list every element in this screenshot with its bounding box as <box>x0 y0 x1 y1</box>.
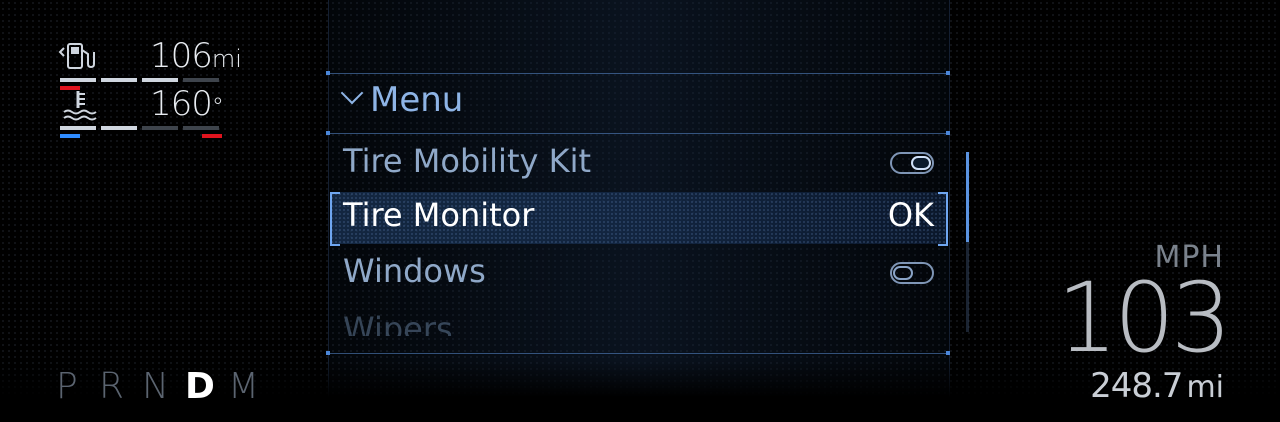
fuel-pump-icon <box>58 40 98 74</box>
corner-dot <box>326 71 330 75</box>
fuel-bar-segment <box>142 78 178 82</box>
fuel-range-value: 106mi <box>150 36 242 76</box>
corner-dot <box>946 131 950 135</box>
coolant-gauge: 160° <box>58 84 258 148</box>
temp-cold-marker <box>60 134 80 138</box>
menu-title: Menu <box>370 80 464 120</box>
temp-bar-segment <box>183 126 219 130</box>
tire-mobility-kit-toggle[interactable] <box>890 152 934 174</box>
gear-m: M <box>228 366 260 407</box>
selection-bracket-right <box>938 192 948 246</box>
range-value: 248.7 <box>1090 366 1183 406</box>
panel-divider <box>328 353 948 354</box>
speed-value: 103 <box>1056 262 1232 374</box>
menu-item-label: Windows <box>343 252 486 290</box>
scrollbar-thumb[interactable] <box>966 152 969 242</box>
panel-divider <box>328 133 948 134</box>
corner-dot <box>946 351 950 355</box>
gear-n: N <box>142 366 169 407</box>
menu-item-wipers[interactable]: Wipers <box>343 310 453 336</box>
gear-p: P <box>56 366 78 407</box>
gear-d: D <box>185 366 215 407</box>
range-unit: mi <box>1186 370 1224 405</box>
coolant-temperature-icon <box>58 88 98 122</box>
toggle-knob <box>911 156 931 170</box>
toggle-knob <box>893 266 913 280</box>
panel-divider <box>328 73 948 74</box>
gear-selector: PRNDM <box>56 366 271 407</box>
temp-bar-segment <box>101 126 137 130</box>
corner-dot <box>326 131 330 135</box>
corner-dot <box>946 71 950 75</box>
fuel-bar-segment <box>101 78 137 82</box>
range-readout: 248.7 mi <box>1090 366 1224 406</box>
menu-item-tire-mobility-kit[interactable]: Tire Mobility Kit <box>330 138 948 190</box>
temp-bar-segment <box>60 126 96 130</box>
menu-header[interactable]: Menu <box>340 80 464 120</box>
fuel-bar-segment <box>183 78 219 82</box>
menu-item-windows[interactable]: Windows <box>330 248 948 300</box>
fuel-bar-segment <box>60 78 96 82</box>
gear-r: R <box>99 366 125 407</box>
temp-hot-marker <box>202 134 222 138</box>
chevron-down-icon <box>340 81 364 105</box>
corner-dot <box>326 351 330 355</box>
menu-item-tire-monitor[interactable]: Tire Monitor OK <box>330 192 948 246</box>
selection-bracket-left <box>330 192 340 246</box>
coolant-temp-value: 160° <box>150 84 224 124</box>
windows-toggle[interactable] <box>890 262 934 284</box>
temp-bar-segment <box>142 126 178 130</box>
menu-item-label: Tire Monitor <box>343 196 535 234</box>
tire-monitor-status: OK <box>887 196 934 234</box>
menu-item-label: Tire Mobility Kit <box>343 142 592 180</box>
